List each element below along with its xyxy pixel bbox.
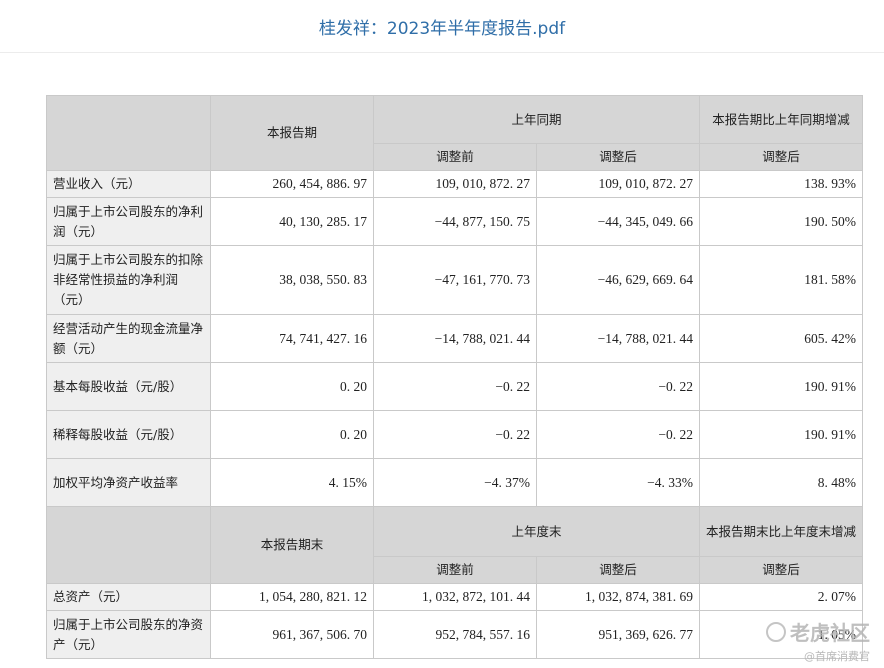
table-row: 基本每股收益（元/股） 0. 20 −0. 22 −0. 22 190. 91% bbox=[46, 362, 864, 411]
cell-after-adjustment: −46, 629, 669. 64 bbox=[535, 245, 701, 315]
row-label: 稀释每股收益（元/股） bbox=[46, 410, 211, 459]
cell-before-adjustment: −47, 161, 770. 73 bbox=[373, 245, 537, 315]
cell-after-adjustment: 1, 032, 874, 381. 69 bbox=[535, 583, 701, 611]
cell-change: 190. 91% bbox=[699, 410, 864, 459]
header-after-adjustment: 调整后 bbox=[535, 143, 701, 171]
cell-before-adjustment: −14, 788, 021. 44 bbox=[373, 314, 537, 363]
header-change-after-adjustment: 调整后 bbox=[699, 143, 864, 171]
table-row: 营业收入（元） 260, 454, 886. 97 109, 010, 872.… bbox=[46, 170, 864, 198]
cell-after-adjustment: −0. 22 bbox=[535, 410, 701, 459]
header2-current-period-end: 本报告期末 bbox=[210, 506, 374, 584]
cell-current: 40, 130, 285. 17 bbox=[210, 197, 374, 246]
header-current-period: 本报告期 bbox=[210, 95, 374, 171]
header-blank-cell bbox=[46, 95, 211, 171]
table-row: 归属于上市公司股东的净资产（元） 961, 367, 506. 70 952, … bbox=[46, 610, 864, 659]
cell-current: 961, 367, 506. 70 bbox=[210, 610, 374, 659]
cell-after-adjustment: −4. 33% bbox=[535, 458, 701, 507]
cell-before-adjustment: −0. 22 bbox=[373, 362, 537, 411]
cell-current: 74, 741, 427. 16 bbox=[210, 314, 374, 363]
cell-change: 1. 05% bbox=[699, 610, 864, 659]
row-label: 归属于上市公司股东的扣除非经常性损益的净利润（元） bbox=[46, 245, 211, 315]
cell-change: 2. 07% bbox=[699, 583, 864, 611]
row-label: 基本每股收益（元/股） bbox=[46, 362, 211, 411]
cell-change: 181. 58% bbox=[699, 245, 864, 315]
row-label: 加权平均净资产收益率 bbox=[46, 458, 211, 507]
cell-change: 138. 93% bbox=[699, 170, 864, 198]
cell-before-adjustment: −44, 877, 150. 75 bbox=[373, 197, 537, 246]
header2-last-year-end: 上年度末 bbox=[372, 506, 701, 557]
cell-current: 38, 038, 550. 83 bbox=[210, 245, 374, 315]
cell-change: 8. 48% bbox=[699, 458, 864, 507]
cell-change: 605. 42% bbox=[699, 314, 864, 363]
header2-change-after-adjustment: 调整后 bbox=[699, 556, 864, 584]
table-row: 归属于上市公司股东的净利润（元） 40, 130, 285. 17 −44, 8… bbox=[46, 197, 864, 246]
cell-after-adjustment: −44, 345, 049. 66 bbox=[535, 197, 701, 246]
table-row: 归属于上市公司股东的扣除非经常性损益的净利润（元） 38, 038, 550. … bbox=[46, 245, 864, 315]
table-row: 加权平均净资产收益率 4. 15% −4. 37% −4. 33% 8. 48% bbox=[46, 458, 864, 507]
table-row: 经营活动产生的现金流量净额（元） 74, 741, 427. 16 −14, 7… bbox=[46, 314, 864, 363]
cell-after-adjustment: −14, 788, 021. 44 bbox=[535, 314, 701, 363]
cell-before-adjustment: −4. 37% bbox=[373, 458, 537, 507]
cell-before-adjustment: 109, 010, 872. 27 bbox=[373, 170, 537, 198]
header-change: 本报告期比上年同期增减 bbox=[699, 95, 864, 144]
cell-after-adjustment: −0. 22 bbox=[535, 362, 701, 411]
cell-after-adjustment: 109, 010, 872. 27 bbox=[535, 170, 701, 198]
header-before-adjustment: 调整前 bbox=[373, 143, 537, 171]
cell-current: 1, 054, 280, 821. 12 bbox=[210, 583, 374, 611]
row-label: 总资产（元） bbox=[46, 583, 211, 611]
table-row: 总资产（元） 1, 054, 280, 821. 12 1, 032, 872,… bbox=[46, 583, 864, 611]
table-row: 稀释每股收益（元/股） 0. 20 −0. 22 −0. 22 190. 91% bbox=[46, 410, 864, 459]
report-sheet: 本报告期 上年同期 本报告期比上年同期增减 调整前 调整后 调整后 营业收入（元… bbox=[46, 95, 864, 668]
row-label: 经营活动产生的现金流量净额（元） bbox=[46, 314, 211, 363]
header-last-period: 上年同期 bbox=[372, 95, 701, 144]
cell-current: 0. 20 bbox=[210, 410, 374, 459]
cell-change: 190. 91% bbox=[699, 362, 864, 411]
cell-before-adjustment: −0. 22 bbox=[373, 410, 537, 459]
row-label: 营业收入（元） bbox=[46, 170, 211, 198]
document-title: 桂发祥：2023年半年度报告.pdf bbox=[0, 0, 884, 53]
cell-before-adjustment: 952, 784, 557. 16 bbox=[373, 610, 537, 659]
header2-blank-cell bbox=[46, 506, 211, 584]
cell-current: 4. 15% bbox=[210, 458, 374, 507]
cell-after-adjustment: 951, 369, 626. 77 bbox=[535, 610, 701, 659]
cell-current: 0. 20 bbox=[210, 362, 374, 411]
header2-change: 本报告期末比上年度末增减 bbox=[699, 506, 864, 557]
header2-before-adjustment: 调整前 bbox=[373, 556, 537, 584]
row-label: 归属于上市公司股东的净资产（元） bbox=[46, 610, 211, 659]
cell-change: 190. 50% bbox=[699, 197, 864, 246]
header2-after-adjustment: 调整后 bbox=[535, 556, 701, 584]
cell-before-adjustment: 1, 032, 872, 101. 44 bbox=[373, 583, 537, 611]
financial-table: 本报告期 上年同期 本报告期比上年同期增减 调整前 调整后 调整后 营业收入（元… bbox=[46, 95, 864, 659]
cell-current: 260, 454, 886. 97 bbox=[210, 170, 374, 198]
row-label: 归属于上市公司股东的净利润（元） bbox=[46, 197, 211, 246]
